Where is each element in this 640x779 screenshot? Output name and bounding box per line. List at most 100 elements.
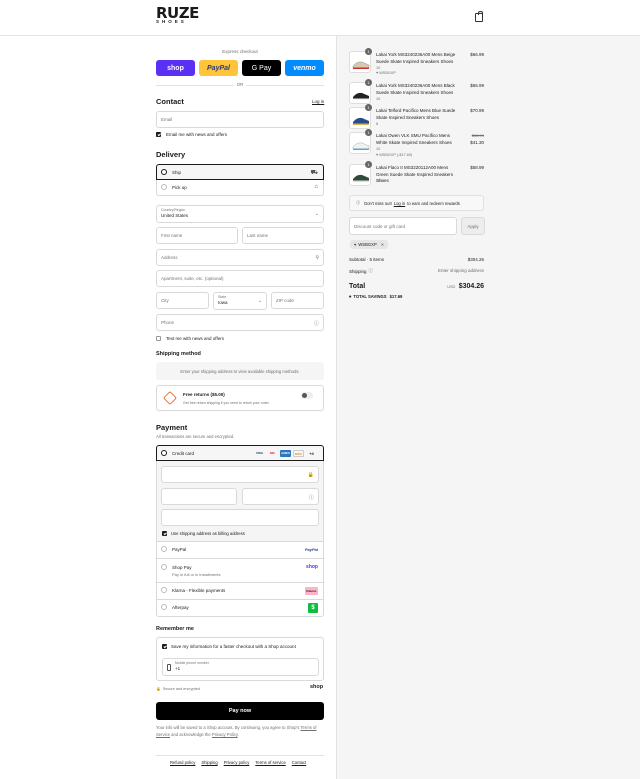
tag-icon: ⌖ — [376, 153, 379, 157]
pickup-label: Pick up — [172, 185, 187, 190]
rewards-login-link[interactable]: Log in — [394, 201, 405, 206]
email-news-checkbox-row[interactable]: Email me with news and offers — [156, 132, 227, 137]
apartment-field[interactable]: Apartment, suite, etc. (optional) — [156, 270, 324, 287]
original-price: $58.99 — [471, 133, 484, 138]
privacy-policy-link[interactable]: Privacy policy — [224, 760, 250, 765]
discount-tag: ⌖ WSBGXP — [376, 71, 396, 75]
discount-code-field[interactable]: Discount code or gift card — [349, 217, 457, 235]
pay-now-button[interactable]: Pay now — [156, 702, 324, 720]
header: RUZE SHOES — [0, 0, 640, 36]
login-link[interactable]: Log in — [312, 99, 324, 104]
search-icon: ⚲ — [315, 255, 319, 261]
text-news-label: Text me with news and offers — [166, 336, 224, 341]
mobile-phone-field[interactable]: Mobile phone number +1 — [162, 658, 319, 676]
address-placeholder: Address — [161, 255, 178, 260]
last-name-field[interactable]: Last name — [242, 227, 324, 244]
paypal-button[interactable]: PayPal — [199, 60, 238, 76]
tag-icon: ⌖ — [354, 242, 357, 247]
save-info-checkbox[interactable] — [162, 644, 167, 650]
card-number-field[interactable]: 🔒 — [161, 466, 319, 483]
payment-heading: Payment — [156, 423, 188, 432]
privacy-link[interactable]: Privacy Policy — [212, 732, 238, 737]
returns-toggle[interactable] — [301, 392, 313, 399]
klarna-option[interactable]: Klarna - Flexible payments Klarna. — [156, 583, 324, 600]
legal-end: . — [237, 731, 239, 737]
product-name: Lakai York MS3240236A00 Mens Black Suede… — [376, 83, 455, 95]
country-select[interactable]: Country/Region United States ⌄ — [156, 205, 324, 223]
city-placeholder: City — [161, 298, 169, 303]
cart-item: 1 Lakai York MS3240236A00 Mens Beige Sue… — [349, 48, 484, 75]
city-field[interactable]: City — [156, 292, 209, 309]
first-name-field[interactable]: First name — [156, 227, 238, 244]
quantity-badge: 1 — [365, 161, 372, 168]
product-name: Lakai Flaco II MS3220112A00 Mens Green S… — [376, 165, 454, 183]
first-name-placeholder: First name — [161, 233, 183, 238]
shop-pay-radio[interactable] — [161, 564, 167, 570]
applied-discount-code: WSBGXP — [358, 242, 377, 247]
email-field[interactable]: Email — [156, 111, 324, 128]
quantity-badge: 1 — [365, 129, 372, 136]
ship-radio[interactable] — [161, 169, 167, 175]
last-name-placeholder: Last name — [247, 233, 269, 238]
mobile-label: Mobile phone number — [175, 661, 209, 665]
ship-option[interactable]: Ship ⛟ — [156, 164, 324, 180]
total-label: Total — [349, 283, 366, 290]
product-variant: 8 — [376, 122, 379, 126]
close-icon[interactable]: ✕ — [381, 242, 385, 247]
brand-logo[interactable]: RUZE SHOES — [156, 6, 199, 25]
billing-address-checkbox[interactable] — [162, 531, 167, 536]
pickup-radio[interactable] — [161, 184, 167, 190]
venmo-button[interactable]: venmo — [285, 60, 324, 76]
phone-field[interactable]: Phone ⓘ — [156, 314, 324, 331]
expiration-field[interactable] — [161, 488, 237, 505]
cart-item: 1 Lakai Flaco II MS3220112A00 Mens Green… — [349, 161, 484, 188]
text-news-row[interactable]: Text me with news and offers — [156, 336, 224, 341]
terms-of-service-link[interactable]: Terms of service — [255, 760, 285, 765]
help-icon[interactable]: ⓘ — [369, 268, 374, 274]
credit-card-radio[interactable] — [161, 450, 167, 456]
total-savings-value: $17.69 — [389, 294, 403, 299]
mastercard-icon: MC — [270, 451, 275, 455]
applied-discount-tag: ⌖ WSBGXP ✕ — [350, 240, 389, 249]
billing-address-row[interactable]: Use shipping address as billing address — [162, 531, 245, 536]
or-divider-label: OR — [234, 82, 246, 87]
paypal-option[interactable]: PayPal PayPal — [156, 542, 324, 559]
shipping-link[interactable]: Shipping — [201, 760, 217, 765]
contact-link[interactable]: Contact — [292, 760, 306, 765]
state-select[interactable]: State Iowa ⌄ — [213, 292, 267, 310]
security-code-field[interactable]: ⓘ — [242, 488, 319, 505]
help-icon[interactable]: ⓘ — [314, 320, 319, 327]
shop-pay-option[interactable]: Shop Pay Pay in full or in installments … — [156, 559, 324, 583]
google-pay-button[interactable]: G Pay — [242, 60, 281, 76]
afterpay-radio[interactable] — [161, 604, 167, 610]
credit-card-option[interactable]: Credit card VISA MC AMEX DISC +4 — [156, 445, 324, 461]
free-returns-option[interactable]: Free returns ($5.00) Get free return shi… — [156, 385, 324, 411]
shipping-label: Shipping — [349, 268, 367, 274]
chevron-down-icon: ⌄ — [314, 211, 319, 217]
name-on-card-field[interactable] — [161, 509, 319, 526]
shop-pay-button[interactable]: shop — [156, 60, 195, 76]
product-variant: 10 — [376, 97, 381, 101]
shipping-notice-text: Enter your shipping address to view avai… — [180, 368, 300, 374]
shopping-bag-icon[interactable] — [475, 11, 483, 22]
help-icon[interactable]: ⓘ — [309, 494, 314, 501]
rewards-text-end: to earn and redeem rewards — [407, 200, 460, 206]
text-news-checkbox[interactable] — [156, 336, 161, 341]
paypal-radio[interactable] — [161, 546, 167, 552]
paypal-option-label: PayPal — [172, 547, 187, 552]
tag-icon: ⌖ — [349, 294, 352, 299]
afterpay-option[interactable]: Afterpay $ — [156, 600, 324, 617]
klarna-radio[interactable] — [161, 587, 167, 593]
state-value: Iowa — [218, 300, 228, 305]
apply-button[interactable]: Apply — [461, 217, 485, 235]
pickup-option[interactable]: Pick up ⌂ — [156, 180, 324, 196]
mobile-icon — [167, 664, 171, 671]
address-field[interactable]: Address ⚲ — [156, 249, 324, 266]
discount-code-placeholder: Discount code or gift card — [354, 223, 406, 229]
currency-code: USD — [447, 285, 456, 289]
ship-label: Ship — [172, 170, 182, 175]
email-news-checkbox[interactable] — [156, 132, 161, 137]
refund-policy-link[interactable]: Refund policy — [170, 760, 195, 765]
visa-icon: VISA — [255, 451, 263, 455]
zip-field[interactable]: ZIP code — [271, 292, 324, 309]
